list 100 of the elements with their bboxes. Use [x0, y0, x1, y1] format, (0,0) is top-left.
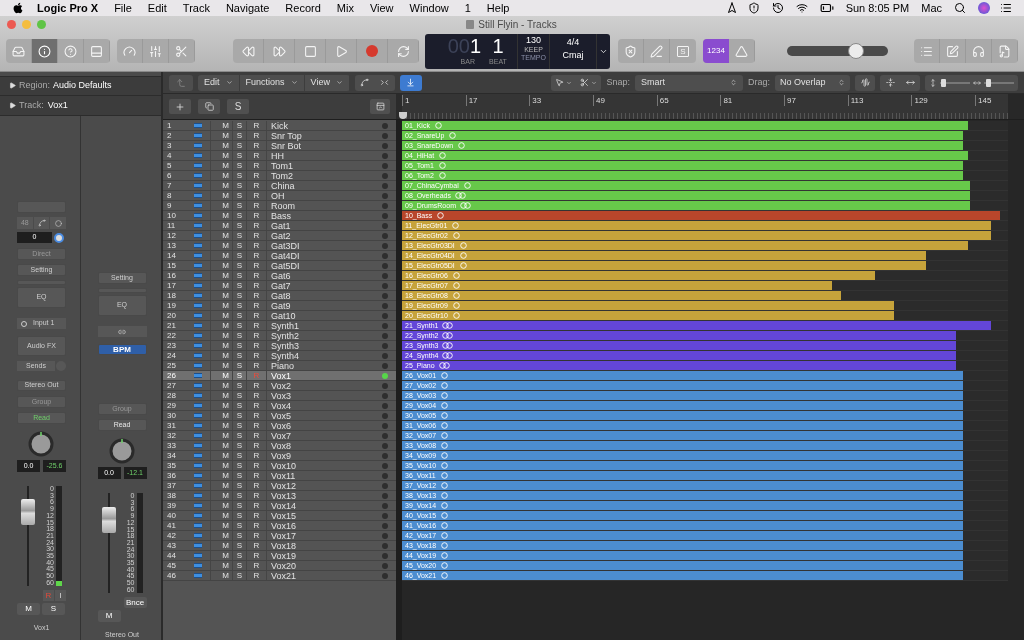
track-header[interactable]: 33 M S R Vox8 [163, 441, 396, 451]
track-header[interactable]: 16 M S R Gat6 [163, 271, 396, 281]
record-enable-button[interactable]: R [247, 341, 267, 350]
track-header[interactable]: 42 M S R Vox17 [163, 531, 396, 541]
solo-button[interactable]: S [233, 391, 247, 400]
mute-button[interactable]: M [17, 603, 40, 615]
mute-button[interactable]: M [219, 521, 233, 530]
menu-item[interactable]: Help [486, 0, 510, 17]
track-header[interactable]: 13 M S R Gat3DI [163, 241, 396, 251]
solo-button[interactable]: S [233, 291, 247, 300]
drag-dropdown[interactable]: No Overlap [775, 74, 850, 91]
mute-button[interactable]: M [219, 281, 233, 290]
record-enable-button[interactable]: R [247, 181, 267, 190]
mute-button[interactable]: M [219, 321, 233, 330]
solo-button[interactable]: S [233, 561, 247, 570]
record-enable-button[interactable]: R [247, 201, 267, 210]
menu-item[interactable]: Mix [336, 0, 354, 17]
bar-ruler[interactable]: 1 17 33 49 65 81 97 113 129 145 [402, 94, 1008, 119]
record-enable-button[interactable]: R [247, 291, 267, 300]
add-track-button[interactable] [169, 99, 191, 114]
mute-button[interactable]: M [219, 131, 233, 140]
track-header[interactable]: 4 M S R HH [163, 151, 396, 161]
menu-item[interactable]: Window [409, 0, 449, 17]
solo-button[interactable]: S [233, 121, 247, 130]
record-enable-button[interactable]: R [247, 441, 267, 450]
record-enable-button[interactable]: R [247, 191, 267, 200]
collapse-button[interactable] [370, 99, 390, 114]
solo-button[interactable]: S [233, 251, 247, 260]
mute-button[interactable]: M [219, 271, 233, 280]
record-enable-button[interactable]: R [247, 511, 267, 520]
track-header[interactable]: 44 M S R Vox19 [163, 551, 396, 561]
menu-button[interactable]: Functions [239, 74, 305, 91]
vertical-zoom-slider[interactable] [940, 81, 970, 84]
record-enable-button[interactable]: R [247, 541, 267, 550]
solo-button[interactable]: S [233, 321, 247, 330]
track-header[interactable]: 11 M S R Gat1 [163, 221, 396, 231]
record-enable-button[interactable]: R [247, 421, 267, 430]
mute-button[interactable]: M [219, 151, 233, 160]
solo-button[interactable]: S [233, 491, 247, 500]
record-enable-button[interactable]: R [247, 251, 267, 260]
mute-button[interactable]: M [219, 501, 233, 510]
menu-item[interactable]: Record [285, 0, 321, 17]
track-header[interactable]: 5 M S R Tom1 [163, 161, 396, 171]
mute-button[interactable]: M [219, 381, 233, 390]
solo-button[interactable]: S [233, 271, 247, 280]
solo-button[interactable]: S [233, 451, 247, 460]
mute-button[interactable]: M [219, 411, 233, 420]
track-header[interactable]: 29 M S R Vox4 [163, 401, 396, 411]
menu-item[interactable]: Track [182, 0, 210, 17]
record-enable-button[interactable]: R [247, 131, 267, 140]
stereo-link-button[interactable] [97, 326, 147, 337]
record-enable-button[interactable]: R [247, 551, 267, 560]
slider-thumb[interactable] [986, 78, 991, 87]
mute-button[interactable]: M [219, 491, 233, 500]
solo-button[interactable]: S [233, 351, 247, 360]
track-header[interactable]: 39 M S R Vox14 [163, 501, 396, 511]
solo-button[interactable]: S [233, 301, 247, 310]
mute-button[interactable]: M [219, 441, 233, 450]
count-in-button[interactable]: 1234 [703, 39, 729, 63]
apple-icon[interactable] [12, 2, 24, 14]
menu-item[interactable]: File [114, 0, 132, 17]
solo-button[interactable]: S [42, 603, 65, 615]
record-enable-button[interactable]: R [247, 121, 267, 130]
solo-button[interactable]: S [233, 221, 247, 230]
track-header[interactable]: 9 M S R Room [163, 201, 396, 211]
gain-knob[interactable] [54, 232, 64, 243]
track-inspector-header[interactable]: Track: Vox1 [0, 95, 161, 116]
track-header[interactable]: 41 M S R Vox16 [163, 521, 396, 531]
solo-button[interactable]: S [233, 461, 247, 470]
solo-button[interactable]: S [233, 371, 247, 380]
track-header[interactable]: 26 M S R Vox1 [163, 371, 396, 381]
fader-cap[interactable] [101, 507, 116, 533]
menu-item[interactable]: View [369, 0, 394, 17]
record-enable-button[interactable]: R [247, 151, 267, 160]
solo-button[interactable]: S [233, 261, 247, 270]
record-enable-button[interactable]: R [247, 401, 267, 410]
global-solo-button[interactable]: S [227, 99, 249, 114]
solo-button[interactable]: S [233, 281, 247, 290]
mute-button[interactable]: M [219, 141, 233, 150]
solo-button[interactable]: S [233, 551, 247, 560]
solo-button[interactable]: S [233, 141, 247, 150]
solo-button[interactable]: S [233, 431, 247, 440]
mute-button[interactable]: M [219, 401, 233, 410]
mute-button[interactable]: M [219, 481, 233, 490]
record-enable-button[interactable]: R [247, 461, 267, 470]
mute-button[interactable]: M [219, 461, 233, 470]
mute-button[interactable]: M [219, 221, 233, 230]
mute-button[interactable]: M [219, 531, 233, 540]
track-header[interactable]: 31 M S R Vox6 [163, 421, 396, 431]
mute-button[interactable]: M [219, 551, 233, 560]
solo-button[interactable]: S [233, 381, 247, 390]
record-enable-button[interactable]: R [247, 281, 267, 290]
mute-button[interactable]: M [219, 341, 233, 350]
solo-button[interactable]: S [233, 191, 247, 200]
horizontal-zoom-slider[interactable] [984, 81, 1014, 84]
menu-item[interactable]: 1 [464, 0, 471, 17]
solo-button[interactable]: S [233, 171, 247, 180]
track-header[interactable]: 21 M S R Synth1 [163, 321, 396, 331]
menu-item[interactable]: Navigate [225, 0, 270, 17]
track-header[interactable]: 10 M S R Bass [163, 211, 396, 221]
